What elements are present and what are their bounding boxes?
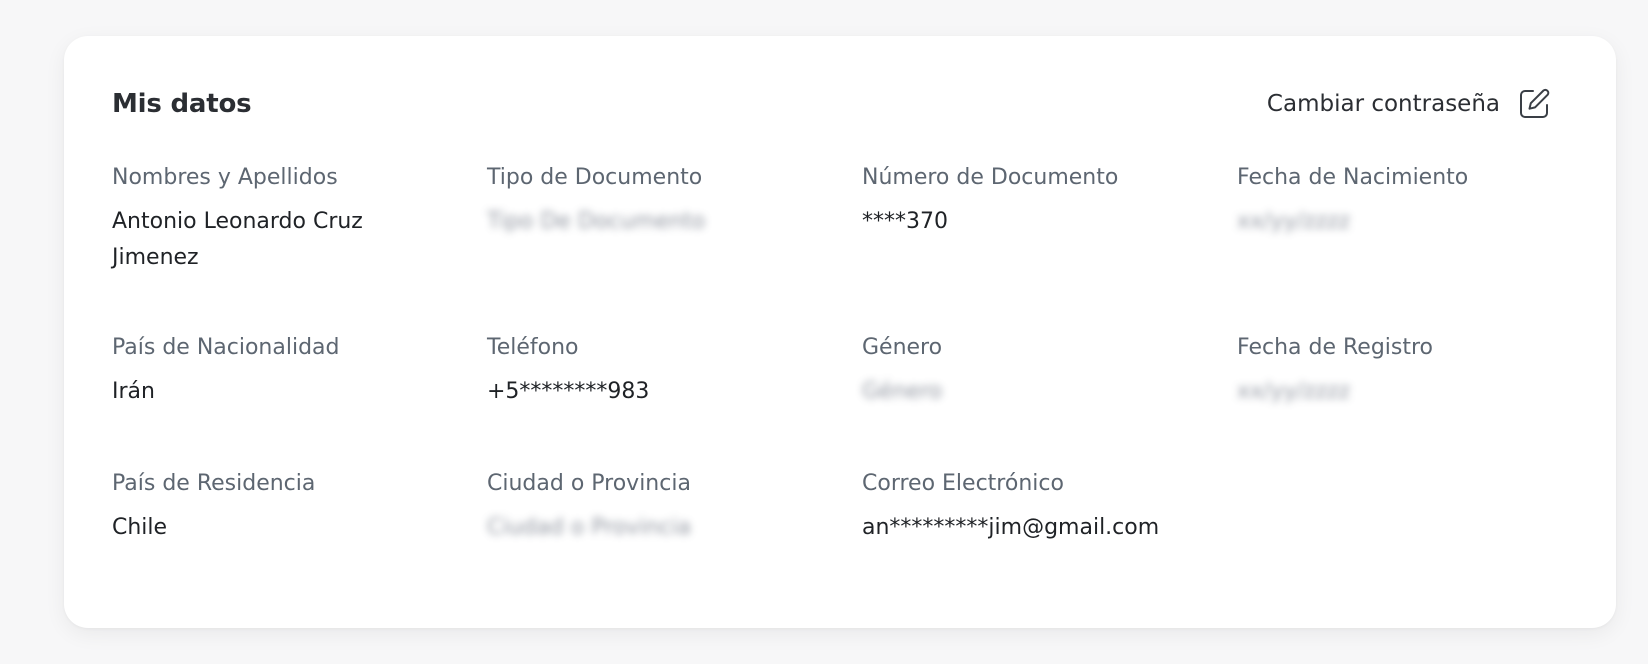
field-birth-date: Fecha de Nacimiento xx/yy/zzzz	[1237, 164, 1577, 240]
field-city-province: Ciudad o Provincia Ciudad o Provincia	[487, 470, 827, 546]
field-value: ****370	[862, 209, 948, 234]
field-label: Tipo de Documento	[487, 165, 703, 190]
field-value: +5********983	[487, 379, 650, 404]
change-password-label: Cambiar contraseña	[1266, 91, 1500, 117]
field-value-hidden: Género	[862, 379, 943, 404]
field-email: Correo Electrónico an*********jim@gmail.…	[862, 470, 1262, 546]
field-value-hidden: xx/yy/zzzz	[1237, 379, 1351, 404]
field-label: Correo Electrónico	[862, 471, 1064, 496]
card-header: Mis datos Cambiar contraseña	[112, 84, 1552, 124]
field-value-hidden: Ciudad o Provincia	[487, 515, 691, 540]
personal-data-card: Mis datos Cambiar contraseña Nombres y A…	[64, 36, 1616, 628]
field-nationality: País de Nacionalidad Irán	[112, 334, 452, 410]
field-residence-country: País de Residencia Chile	[112, 470, 452, 546]
change-password-button[interactable]: Cambiar contraseña	[1267, 86, 1552, 122]
field-value: Irán	[112, 379, 155, 404]
field-value: Antonio Leonardo Cruz Jimenez	[112, 209, 363, 270]
card-title: Mis datos	[112, 89, 252, 119]
field-document-type: Tipo de Documento Tipo De Documento	[487, 164, 827, 240]
field-value-hidden: xx/yy/zzzz	[1237, 209, 1351, 234]
field-label: Fecha de Registro	[1237, 335, 1434, 360]
field-label: País de Nacionalidad	[112, 335, 340, 360]
field-value: Chile	[112, 515, 168, 540]
field-label: Género	[862, 335, 943, 360]
field-label: País de Residencia	[112, 471, 316, 496]
field-gender: Género Género	[862, 334, 1202, 410]
edit-icon[interactable]	[1516, 86, 1552, 122]
field-document-number: Número de Documento ****370	[862, 164, 1202, 240]
field-label: Teléfono	[487, 335, 579, 360]
field-label: Fecha de Nacimiento	[1237, 165, 1469, 190]
field-registration-date: Fecha de Registro xx/yy/zzzz	[1237, 334, 1577, 410]
field-full-name: Nombres y Apellidos Antonio Leonardo Cru…	[112, 164, 452, 276]
field-label: Número de Documento	[862, 165, 1119, 190]
field-label: Ciudad o Provincia	[487, 471, 691, 496]
field-value-hidden: Tipo De Documento	[487, 209, 706, 234]
field-value: an*********jim@gmail.com	[862, 515, 1160, 540]
field-label: Nombres y Apellidos	[112, 165, 338, 190]
field-phone: Teléfono +5********983	[487, 334, 827, 410]
